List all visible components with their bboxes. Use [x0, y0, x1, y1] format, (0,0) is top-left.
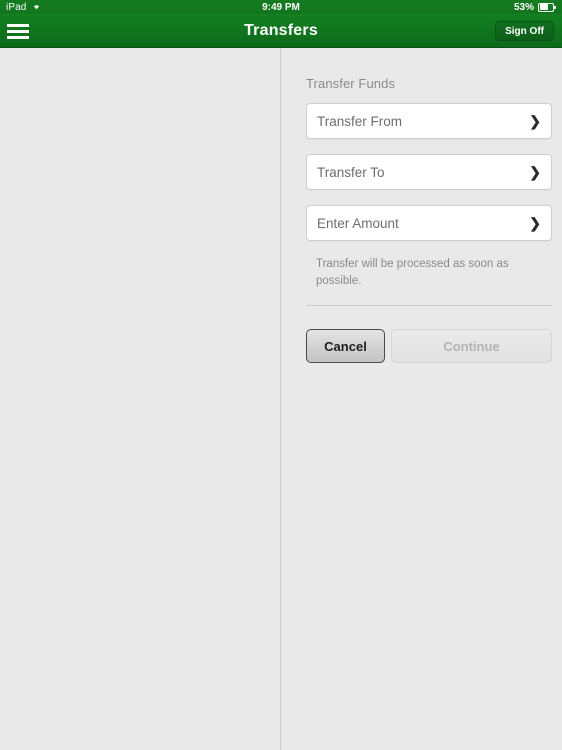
transfer-to-label: Transfer To — [317, 164, 385, 180]
chevron-right-icon: ❯ — [529, 113, 541, 129]
helper-text: Transfer will be processed as soon as po… — [316, 258, 509, 287]
left-empty-pane — [0, 48, 281, 750]
navigation-bar: Transfers Sign Off — [0, 14, 562, 48]
transfer-to-field[interactable]: Transfer To ❯ — [306, 154, 552, 190]
status-bar-left: iPad — [6, 1, 42, 13]
page-title: Transfers — [244, 22, 318, 39]
enter-amount-field[interactable]: Enter Amount ❯ — [306, 205, 552, 241]
chevron-right-icon: ❯ — [529, 215, 541, 231]
transfer-form-pane: Transfer Funds Transfer From ❯ Transfer … — [282, 48, 562, 750]
enter-amount-label: Enter Amount — [317, 215, 399, 231]
chevron-right-icon: ❯ — [529, 164, 541, 180]
content-area: Transfer Funds Transfer From ❯ Transfer … — [0, 48, 562, 750]
battery-percent-label: 53% — [513, 1, 534, 13]
status-bar-right: 53% — [514, 2, 556, 13]
continue-button[interactable]: Continue — [391, 329, 552, 364]
transfer-from-field[interactable]: Transfer From ❯ — [306, 103, 552, 139]
app-root: iPad 9:49 PM 53% Transfers Sign Off Tran… — [0, 0, 562, 750]
device-name-label: iPad — [6, 1, 27, 13]
cancel-button[interactable]: Cancel — [306, 329, 385, 364]
wifi-icon — [31, 1, 42, 13]
status-bar: iPad 9:49 PM 53% — [0, 0, 562, 14]
sign-off-button[interactable]: Sign Off — [495, 21, 554, 41]
transfer-funds-form: Transfer Funds Transfer From ❯ Transfer … — [306, 76, 552, 364]
section-title: Transfer Funds — [306, 76, 396, 91]
form-divider — [306, 305, 552, 307]
form-button-row: Cancel Continue — [306, 329, 552, 364]
transfer-from-label: Transfer From — [317, 113, 403, 129]
battery-icon — [538, 2, 556, 12]
status-bar-clock: 9:49 PM — [262, 1, 300, 13]
